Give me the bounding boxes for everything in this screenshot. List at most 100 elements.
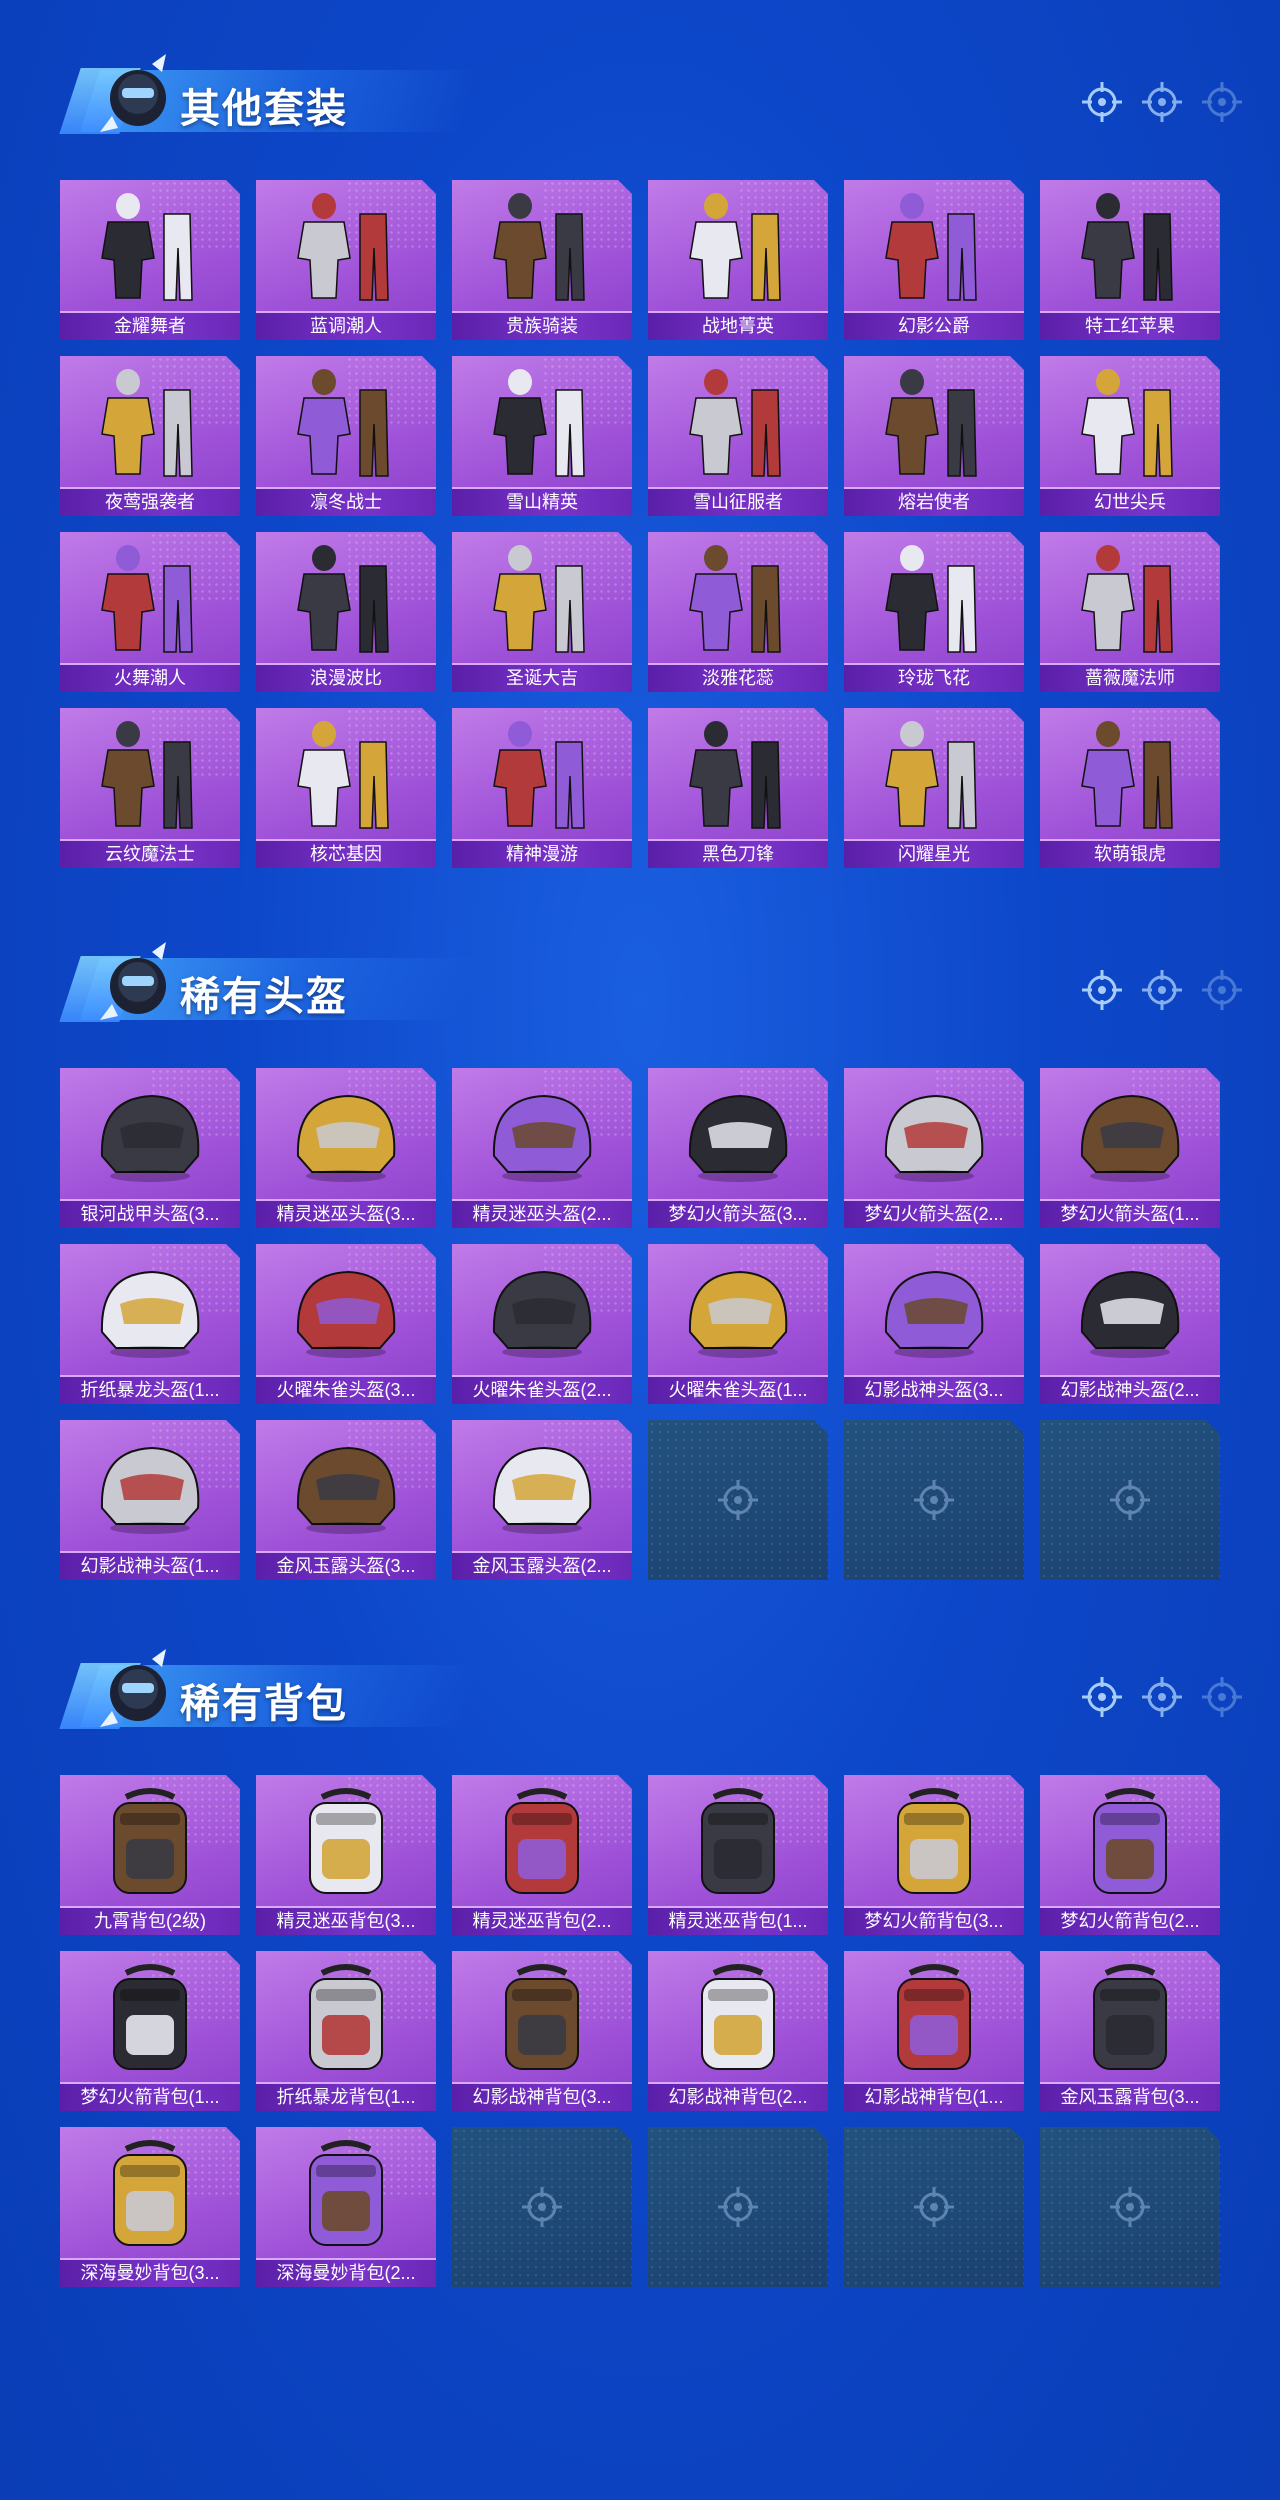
item-name: 金风玉露头盔(2...	[452, 1551, 632, 1580]
item-card[interactable]: 梦幻火箭头盔(3...	[648, 1068, 828, 1228]
item-card[interactable]: 玲珑飞花	[844, 532, 1024, 692]
item-card[interactable]: 金风玉露背包(3...	[1040, 1951, 1220, 2111]
item-card[interactable]: 精灵迷巫背包(2...	[452, 1775, 632, 1935]
item-name: 深海曼妙背包(3...	[60, 2258, 240, 2287]
item-card[interactable]: 雪山精英	[452, 356, 632, 516]
suit-image	[668, 716, 808, 836]
suit-image	[80, 540, 220, 660]
item-card[interactable]: 幻影战神背包(1...	[844, 1951, 1024, 2111]
item-card[interactable]: 火曜朱雀头盔(1...	[648, 1244, 828, 1404]
backpack-image	[668, 1783, 808, 1903]
crosshair-icon	[1080, 968, 1124, 1017]
item-name: 幻影公爵	[844, 311, 1024, 340]
item-card[interactable]: 特工红苹果	[1040, 180, 1220, 340]
item-card[interactable]: 梦幻火箭背包(2...	[1040, 1775, 1220, 1935]
item-name: 精灵迷巫背包(3...	[256, 1906, 436, 1935]
item-card[interactable]: 折纸暴龙头盔(1...	[60, 1244, 240, 1404]
backpack-image	[276, 1959, 416, 2079]
helmet-image	[276, 1252, 416, 1372]
item-card[interactable]: 精灵迷巫头盔(3...	[256, 1068, 436, 1228]
item-card[interactable]: 圣诞大吉	[452, 532, 632, 692]
item-card[interactable]: 梦幻火箭头盔(1...	[1040, 1068, 1220, 1228]
suit-image	[472, 716, 612, 836]
item-card[interactable]: 贵族骑装	[452, 180, 632, 340]
item-card[interactable]: 梦幻火箭背包(3...	[844, 1775, 1024, 1935]
item-card[interactable]: 淡雅花蕊	[648, 532, 828, 692]
item-name: 梦幻火箭头盔(3...	[648, 1199, 828, 1228]
item-name: 凛冬战士	[256, 487, 436, 516]
item-card[interactable]: 火曜朱雀头盔(3...	[256, 1244, 436, 1404]
item-card[interactable]: 金耀舞者	[60, 180, 240, 340]
header-crosshair-decoration	[1080, 1675, 1250, 1721]
item-name: 梦幻火箭头盔(1...	[1040, 1199, 1220, 1228]
item-card[interactable]: 黑色刀锋	[648, 708, 828, 868]
item-card[interactable]: 幻影战神头盔(3...	[844, 1244, 1024, 1404]
crosshair-icon	[1200, 80, 1244, 129]
item-name: 闪耀星光	[844, 839, 1024, 868]
item-name: 熔岩使者	[844, 487, 1024, 516]
item-card[interactable]: 熔岩使者	[844, 356, 1024, 516]
suit-image	[1060, 364, 1200, 484]
empty-slot	[648, 2127, 828, 2287]
item-card[interactable]: 金风玉露头盔(3...	[256, 1420, 436, 1580]
item-name: 火舞潮人	[60, 663, 240, 692]
backpack-image	[864, 1783, 1004, 1903]
item-card[interactable]: 金风玉露头盔(2...	[452, 1420, 632, 1580]
item-card[interactable]: 闪耀星光	[844, 708, 1024, 868]
item-card[interactable]: 幻影战神背包(3...	[452, 1951, 632, 2111]
helmet-image	[80, 1252, 220, 1372]
item-card[interactable]: 精神漫游	[452, 708, 632, 868]
item-name: 黑色刀锋	[648, 839, 828, 868]
item-card[interactable]: 夜莺强袭者	[60, 356, 240, 516]
item-card[interactable]: 精灵迷巫背包(3...	[256, 1775, 436, 1935]
item-card[interactable]: 深海曼妙背包(2...	[256, 2127, 436, 2287]
item-name: 银河战甲头盔(3...	[60, 1199, 240, 1228]
item-name: 金风玉露头盔(3...	[256, 1551, 436, 1580]
helmet-image	[472, 1428, 612, 1548]
item-card[interactable]: 蓝调潮人	[256, 180, 436, 340]
item-card[interactable]: 幻世尖兵	[1040, 356, 1220, 516]
backpack-image	[80, 2135, 220, 2255]
suit-image	[80, 364, 220, 484]
crosshair-icon	[1108, 1478, 1152, 1522]
item-card[interactable]: 火舞潮人	[60, 532, 240, 692]
item-name: 蓝调潮人	[256, 311, 436, 340]
item-card[interactable]: 云纹魔法士	[60, 708, 240, 868]
item-card[interactable]: 幻影战神头盔(1...	[60, 1420, 240, 1580]
item-card[interactable]: 蔷薇魔法师	[1040, 532, 1220, 692]
item-card[interactable]: 浪漫波比	[256, 532, 436, 692]
item-card[interactable]: 银河战甲头盔(3...	[60, 1068, 240, 1228]
item-card[interactable]: 核芯基因	[256, 708, 436, 868]
item-card[interactable]: 梦幻火箭头盔(2...	[844, 1068, 1024, 1228]
item-card[interactable]: 幻影战神背包(2...	[648, 1951, 828, 2111]
item-name: 幻影战神背包(2...	[648, 2082, 828, 2111]
item-card[interactable]: 幻影公爵	[844, 180, 1024, 340]
item-card[interactable]: 九霄背包(2级)	[60, 1775, 240, 1935]
item-card[interactable]: 精灵迷巫头盔(2...	[452, 1068, 632, 1228]
helmet-image	[668, 1252, 808, 1372]
item-name: 淡雅花蕊	[648, 663, 828, 692]
item-card[interactable]: 幻影战神头盔(2...	[1040, 1244, 1220, 1404]
crosshair-icon	[1140, 80, 1184, 129]
item-name: 梦幻火箭背包(1...	[60, 2082, 240, 2111]
crosshair-icon	[1080, 80, 1124, 129]
backpack-image	[668, 1959, 808, 2079]
item-name: 玲珑飞花	[844, 663, 1024, 692]
item-card[interactable]: 雪山征服者	[648, 356, 828, 516]
item-card[interactable]: 战地菁英	[648, 180, 828, 340]
item-card[interactable]: 凛冬战士	[256, 356, 436, 516]
item-name: 幻影战神背包(3...	[452, 2082, 632, 2111]
item-card[interactable]: 深海曼妙背包(3...	[60, 2127, 240, 2287]
item-name: 核芯基因	[256, 839, 436, 868]
item-card[interactable]: 火曜朱雀头盔(2...	[452, 1244, 632, 1404]
suit-image	[276, 188, 416, 308]
item-name: 幻影战神头盔(3...	[844, 1375, 1024, 1404]
item-name: 浪漫波比	[256, 663, 436, 692]
item-card[interactable]: 软萌银虎	[1040, 708, 1220, 868]
crosshair-icon	[1140, 1675, 1184, 1724]
helmet-image	[472, 1252, 612, 1372]
helmet-image	[276, 1076, 416, 1196]
item-card[interactable]: 折纸暴龙背包(1...	[256, 1951, 436, 2111]
item-card[interactable]: 梦幻火箭背包(1...	[60, 1951, 240, 2111]
item-card[interactable]: 精灵迷巫背包(1...	[648, 1775, 828, 1935]
